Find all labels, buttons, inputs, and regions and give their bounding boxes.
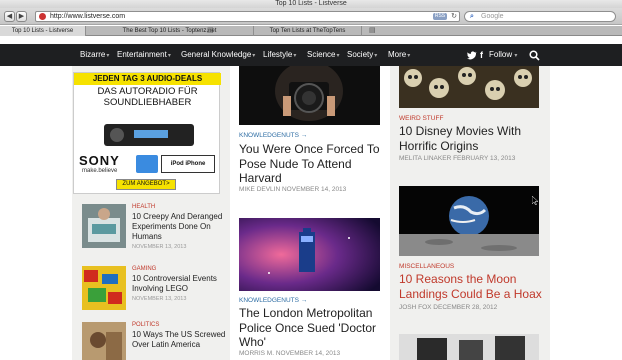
tab-thetoptens[interactable]: Top Ten Lists at TheTopTens bbox=[254, 26, 362, 36]
article-byline: Morris M. November 14, 2013 bbox=[239, 350, 341, 357]
search-placeholder: Google bbox=[481, 13, 504, 20]
chevron-down-icon: ▾ bbox=[514, 53, 518, 59]
article-title[interactable]: 10 Reasons the Moon Landings Could Be a … bbox=[399, 272, 549, 301]
article-category: Gaming bbox=[132, 266, 157, 272]
article-category: Politics bbox=[132, 322, 160, 328]
article-title[interactable]: 10 Controversial Events Involving LEGO bbox=[132, 274, 227, 294]
right-column: Weird Stuff 10 Disney Movies With Horrif… bbox=[390, 66, 550, 360]
chevron-down-icon: ▾ bbox=[106, 53, 110, 59]
article-image-earthrise[interactable] bbox=[399, 186, 539, 256]
nav-label: Science bbox=[307, 50, 336, 59]
ipod-iphone-badge: iPod iPhone bbox=[161, 155, 215, 173]
article-category[interactable]: Knowledgenuts → bbox=[239, 297, 307, 304]
back-icon[interactable]: ◀ bbox=[4, 11, 15, 22]
article-date: November 13, 2013 bbox=[132, 296, 187, 302]
tab-listverse[interactable]: Top 10 Lists - Listverse bbox=[0, 26, 86, 36]
article-title[interactable]: 10 Ways The US Screwed Over Latin Americ… bbox=[132, 330, 227, 350]
google-icon: ⌕ bbox=[470, 13, 474, 20]
tab-strip: Top 10 Lists - Listverse The Best Top 10… bbox=[0, 26, 622, 36]
nav-label: Entertainment bbox=[117, 50, 167, 59]
sony-logo: SONY bbox=[79, 153, 120, 168]
site-nav: Bizarre▾ Entertainment▾ General Knowledg… bbox=[0, 44, 622, 66]
reload-icon[interactable]: ↻ bbox=[451, 12, 457, 21]
article-title[interactable]: The London Metropolitan Police Once Sued… bbox=[239, 306, 384, 350]
article-byline: Melita Linaker February 13, 2013 bbox=[399, 155, 516, 162]
sony-tagline: make.believe bbox=[82, 168, 118, 174]
nav-science[interactable]: Science▾ bbox=[307, 44, 339, 66]
article-date: November 13, 2013 bbox=[132, 244, 187, 250]
nav-society[interactable]: Society▾ bbox=[347, 44, 377, 66]
follow-link[interactable]: Follow ▾ bbox=[489, 44, 517, 67]
article-byline: Josh Fox December 28, 2012 bbox=[399, 304, 498, 311]
chevron-down-icon: ▾ bbox=[167, 53, 171, 59]
chevron-down-icon: ▾ bbox=[293, 53, 297, 59]
nav-entertainment[interactable]: Entertainment▾ bbox=[117, 44, 171, 66]
chevron-down-icon: ▾ bbox=[252, 53, 256, 59]
article-category[interactable]: Miscellaneous bbox=[399, 263, 454, 270]
chevron-down-icon: ▾ bbox=[407, 53, 411, 59]
article-image-photographer[interactable] bbox=[239, 66, 380, 125]
facebook-icon[interactable]: f bbox=[480, 44, 483, 66]
ad-cta-button[interactable]: ZUM ANGEBOT> bbox=[116, 179, 176, 190]
favicon-icon bbox=[39, 13, 46, 20]
nav-label: Bizarre bbox=[80, 50, 106, 59]
search-icon[interactable] bbox=[529, 50, 540, 61]
usb-icon bbox=[136, 155, 158, 173]
article-byline: Mike Devlin November 14, 2013 bbox=[239, 186, 347, 193]
article-thumbnail bbox=[82, 204, 126, 248]
chevron-down-icon: ▾ bbox=[374, 53, 378, 59]
follow-label: Follow bbox=[489, 50, 513, 59]
list-item[interactable]: Health 10 Creepy And Deranged Experiment… bbox=[82, 204, 227, 254]
article-title[interactable]: 10 Disney Movies With Horrific Origins bbox=[399, 124, 549, 153]
left-sidebar: JEDEN TAG 3 AUDIO-DEALS DAS AUTORADIO FÜ… bbox=[72, 66, 230, 360]
article-image-next[interactable] bbox=[399, 334, 539, 360]
nav-label: More bbox=[388, 50, 407, 59]
mouse-cursor-icon bbox=[532, 196, 538, 205]
nav-general-knowledge[interactable]: General Knowledge▾ bbox=[181, 44, 255, 66]
article-thumbnail bbox=[82, 322, 126, 360]
article-category[interactable]: Knowledgenuts → bbox=[239, 132, 307, 139]
search-input[interactable]: ⌕ Google bbox=[464, 11, 616, 22]
tab-grip-icon: ▤ bbox=[369, 27, 376, 34]
browser-toolbar: ◀ ▶ http://www.listverse.com RSS ↻ ⌕ Goo… bbox=[0, 8, 622, 25]
list-item[interactable]: Politics 10 Ways The US Screwed Over Lat… bbox=[82, 322, 227, 360]
article-title[interactable]: You Were Once Forced To Pose Nude To Att… bbox=[239, 142, 384, 186]
ad-subline: DAS AUTORADIO FÜR SOUNDLIEBHABER bbox=[74, 86, 221, 108]
tab-toptenz[interactable]: The Best Top 10 Lists - Toptenz.net bbox=[86, 26, 254, 36]
article-thumbnail bbox=[82, 266, 126, 310]
forward-icon[interactable]: ▶ bbox=[16, 11, 27, 22]
window-title: Top 10 Lists - Listverse bbox=[0, 0, 622, 8]
chevron-down-icon: ▾ bbox=[336, 53, 340, 59]
article-image-tardis[interactable] bbox=[239, 218, 380, 291]
article-category[interactable]: Weird Stuff bbox=[399, 115, 443, 122]
ad-headline: JEDEN TAG 3 AUDIO-DEALS bbox=[74, 73, 221, 85]
nav-label: Society bbox=[347, 50, 374, 59]
nav-label: General Knowledge bbox=[181, 50, 252, 59]
car-radio-image bbox=[104, 124, 194, 146]
rss-icon[interactable]: RSS bbox=[433, 13, 447, 20]
ad-subline-1: DAS AUTORADIO FÜR bbox=[97, 86, 198, 97]
article-image-skulls[interactable] bbox=[399, 66, 539, 108]
nav-lifestyle[interactable]: Lifestyle▾ bbox=[263, 44, 296, 66]
nav-bizarre[interactable]: Bizarre▾ bbox=[80, 44, 109, 66]
article-title[interactable]: 10 Creepy And Deranged Experiments Done … bbox=[132, 212, 227, 242]
tab-grip-icon: ▤ bbox=[207, 27, 214, 34]
ad-subline-2: SOUNDLIEBHABER bbox=[103, 97, 192, 108]
list-item[interactable]: Gaming 10 Controversial Events Involving… bbox=[82, 266, 227, 316]
url-bar[interactable]: http://www.listverse.com RSS ↻ bbox=[35, 11, 460, 22]
twitter-icon[interactable] bbox=[467, 50, 477, 60]
audio-deals-ad[interactable]: JEDEN TAG 3 AUDIO-DEALS DAS AUTORADIO FÜ… bbox=[73, 72, 221, 194]
page-content: JEDEN TAG 3 AUDIO-DEALS DAS AUTORADIO FÜ… bbox=[0, 66, 622, 360]
main-column: Knowledgenuts → You Were Once Forced To … bbox=[239, 66, 380, 360]
nav-more[interactable]: More▾ bbox=[388, 44, 410, 66]
nav-label: Lifestyle bbox=[263, 50, 293, 59]
article-category: Health bbox=[132, 204, 156, 210]
url-text: http://www.listverse.com bbox=[50, 13, 126, 20]
